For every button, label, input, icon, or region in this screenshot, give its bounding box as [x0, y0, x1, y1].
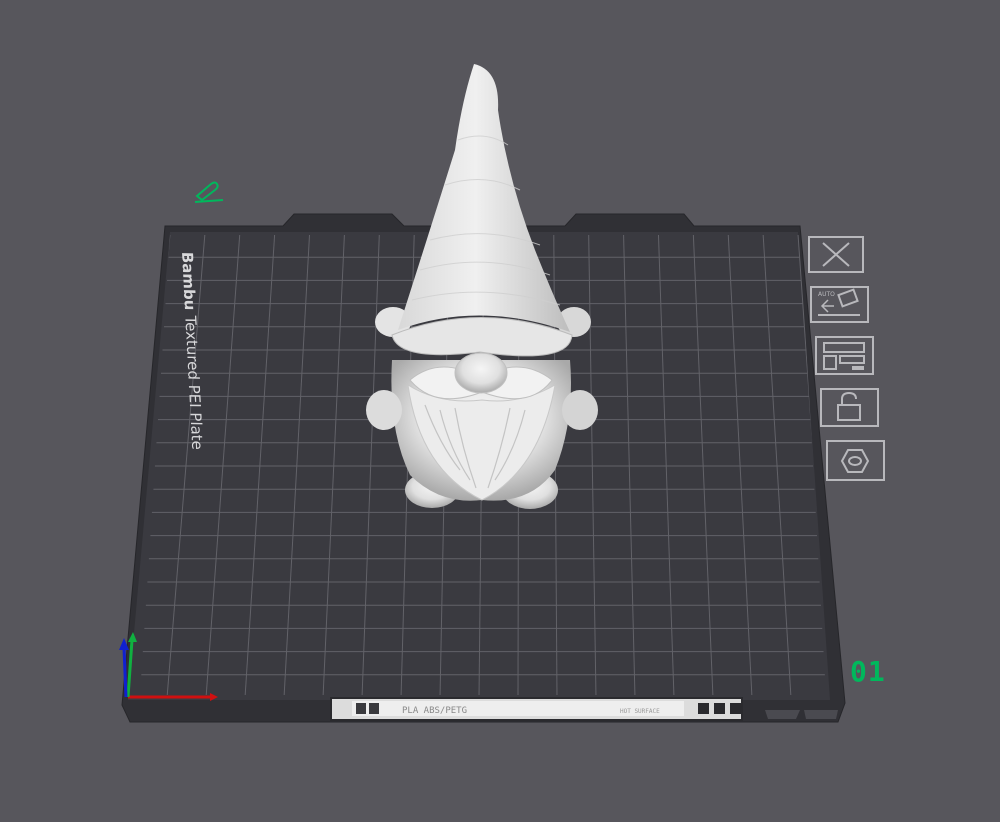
delete-plate-button[interactable] [808, 236, 864, 276]
auto-badge: AUTO [818, 291, 835, 298]
3d-viewport[interactable]: PLA ABS/PETG HOT SURFACE Bambu Textured … [0, 0, 1000, 822]
settings-hex-icon [826, 440, 885, 481]
sticker-material-text: PLA ABS/PETG [402, 706, 467, 716]
plate-sticker: PLA ABS/PETG HOT SURFACE [330, 697, 743, 721]
plate-number: 01 [850, 655, 886, 688]
arrange-icon [815, 336, 874, 375]
edit-plate-name-icon[interactable] [193, 180, 225, 204]
plate-settings-button[interactable] [826, 440, 885, 481]
lock-plate-button[interactable] [820, 388, 879, 428]
lock-icon [820, 388, 879, 427]
auto-orient-icon: AUTO [810, 286, 869, 323]
plate-brand: Bambu [177, 251, 200, 311]
arrange-button[interactable] [815, 336, 874, 376]
sticker-warning-text: HOT SURFACE [620, 708, 660, 715]
auto-orient-button[interactable]: AUTO [810, 286, 869, 326]
close-icon [808, 236, 864, 273]
